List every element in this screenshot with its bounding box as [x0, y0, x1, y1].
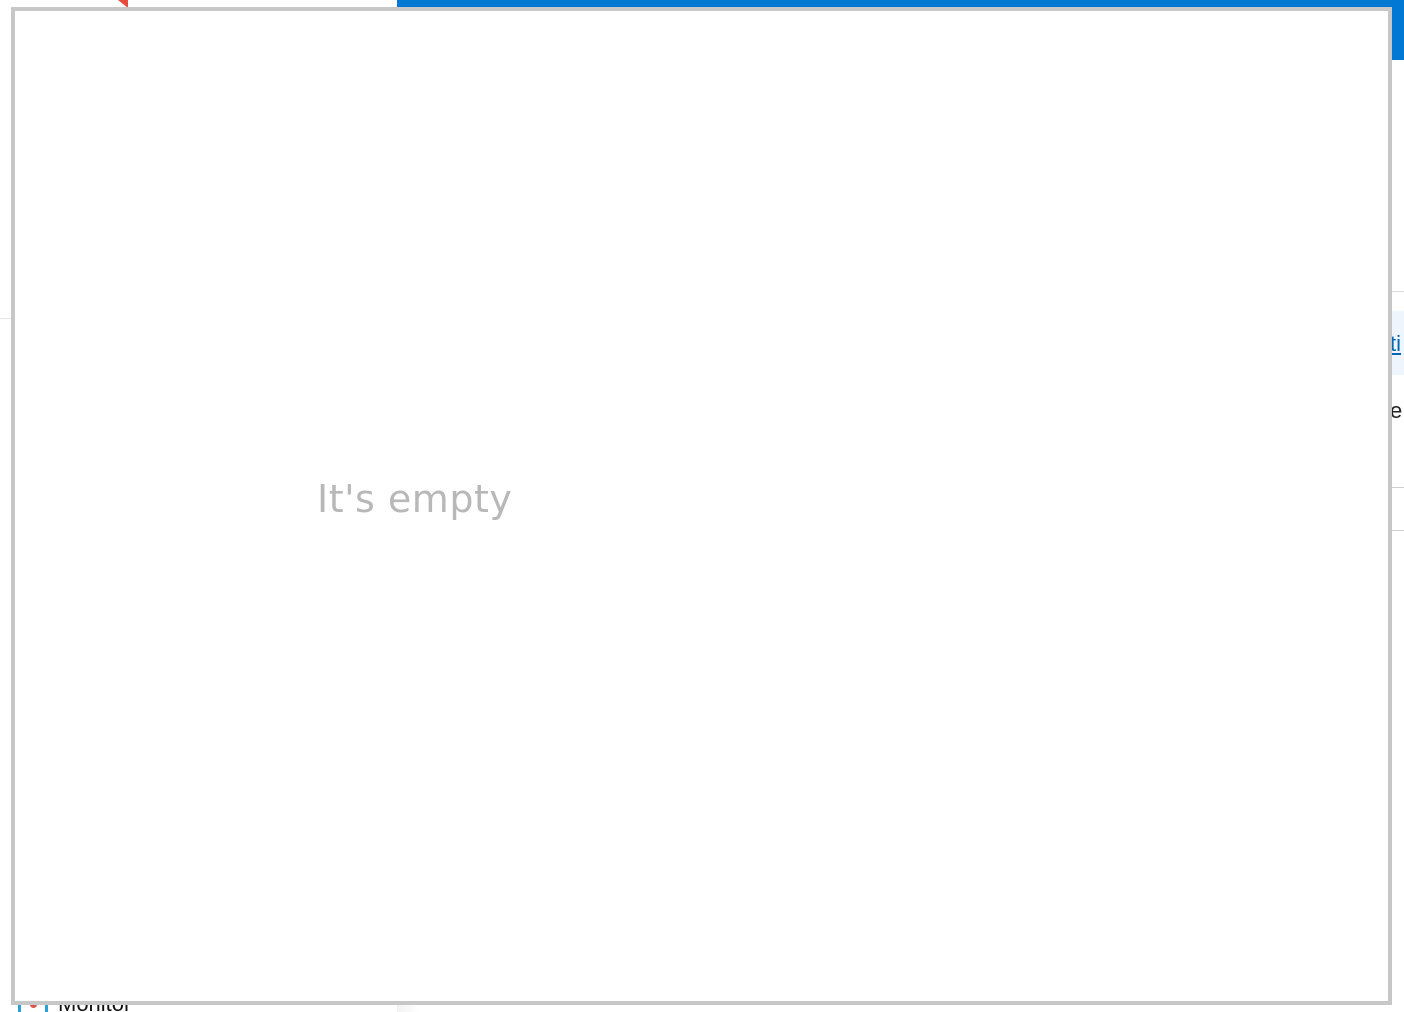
partial-link[interactable]: ti [1390, 331, 1404, 357]
partial-text: e [1390, 398, 1403, 423]
empty-panel: It's empty [11, 7, 1392, 1005]
divider [1390, 487, 1404, 488]
divider [1390, 530, 1404, 531]
page: Monitor ti e It's empty [0, 0, 1404, 1012]
empty-state-message: It's empty [317, 477, 513, 521]
divider [1390, 291, 1404, 292]
